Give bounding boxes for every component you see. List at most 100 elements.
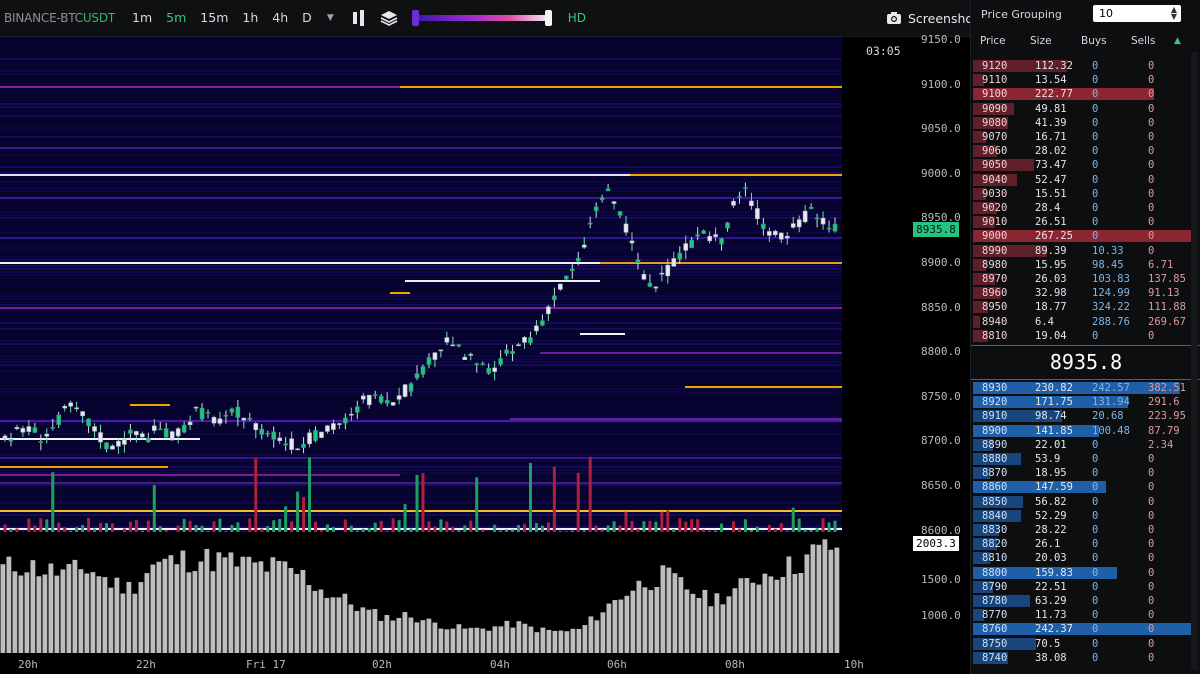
heatmap-band <box>0 157 842 159</box>
orderbook-row[interactable]: 8750 70.5 0 0 <box>973 637 1195 651</box>
trade-volume-bar <box>3 524 7 532</box>
orderbook-row[interactable]: 9040 52.47 0 0 <box>973 173 1195 187</box>
range-max-handle[interactable] <box>544 10 552 26</box>
trade-volume-bar <box>505 529 509 532</box>
orderbook-row[interactable]: 9050 73.47 0 0 <box>973 158 1195 172</box>
symbol-label[interactable]: BINANCE-BTCUSDT <box>4 11 115 25</box>
candle-body <box>26 426 32 432</box>
timeframe-5m[interactable]: 5m <box>159 0 193 36</box>
volume-bar <box>0 564 6 653</box>
orderbook-row[interactable]: 8820 26.1 0 0 <box>973 537 1195 551</box>
orderbook-row[interactable]: 8770 11.73 0 0 <box>973 608 1195 622</box>
candle-body <box>86 418 91 427</box>
bar-style-icon[interactable] <box>346 0 372 36</box>
trade-volume-bar <box>319 530 323 532</box>
trade-volume-bar <box>678 518 682 532</box>
grouping-stepper-icon[interactable]: ▲ ▼ <box>1171 6 1177 21</box>
orderbook-row[interactable]: 9080 41.39 0 0 <box>973 116 1195 130</box>
volume-bar <box>606 603 612 653</box>
sort-asc-icon[interactable]: ▲ <box>1174 36 1181 46</box>
orderbook-row[interactable]: 8950 18.77 324.22 111.88 <box>973 300 1195 314</box>
orderbook-row[interactable]: 8740 38.08 0 0 <box>973 651 1195 665</box>
orderbook-row[interactable]: 9070 16.71 0 0 <box>973 130 1195 144</box>
orderbook-row[interactable]: 8990 89.39 10.33 0 <box>973 244 1195 258</box>
range-min-handle[interactable] <box>411 10 419 26</box>
orderbook-row[interactable]: 9030 15.51 0 0 <box>973 187 1195 201</box>
candle-body <box>74 407 79 410</box>
heatmap-band <box>0 445 842 447</box>
orderbook-sells: 0 <box>1148 651 1155 664</box>
orderbook-row[interactable]: 8860 147.59 0 0 <box>973 480 1195 494</box>
orderbook-row[interactable]: 8790 22.51 0 0 <box>973 580 1195 594</box>
orderbook-row[interactable]: 9020 28.4 0 0 <box>973 201 1195 215</box>
volume-bar <box>102 577 108 653</box>
orderbook-row[interactable]: 8880 53.9 0 0 <box>973 452 1195 466</box>
trade-volume-bar <box>212 521 216 532</box>
heatmap-band <box>0 331 842 333</box>
orderbook-row[interactable]: 8960 32.98 124.99 91.13 <box>973 286 1195 300</box>
candle-body <box>587 222 593 225</box>
orderbook-row[interactable]: 8760 242.37 0 0 <box>973 622 1195 636</box>
timeframe-dropdown-icon[interactable]: ▼ <box>319 13 342 23</box>
orderbook-row[interactable]: 8970 26.03 103.83 137.85 <box>973 272 1195 286</box>
orderbook-size: 26.51 <box>1035 216 1067 229</box>
heatmap-band <box>0 490 842 492</box>
time-tick: Fri 17 <box>246 658 286 671</box>
orderbook-row[interactable]: 8830 28.22 0 0 <box>973 523 1195 537</box>
orderbook-row[interactable]: 8910 98.74 20.68 223.95 <box>973 409 1195 423</box>
orderbook-row[interactable]: 8900 141.85 100.48 87.79 <box>973 424 1195 438</box>
orderbook-row[interactable]: 8800 159.83 0 0 <box>973 566 1195 580</box>
orderbook-row[interactable]: 8920 171.75 131.94 291.6 <box>973 395 1195 409</box>
volume-bar <box>348 604 354 653</box>
trade-volume-bar <box>827 522 831 532</box>
timeframe-15m[interactable]: 15m <box>193 0 235 36</box>
trade-volume-bar <box>45 519 49 532</box>
orderbook-row[interactable]: 8930 230.82 242.57 382.51 <box>973 381 1195 395</box>
heatmap-band <box>0 412 842 414</box>
orderbook-row[interactable]: 9090 49.81 0 0 <box>973 102 1195 116</box>
trade-volume-bar <box>343 519 347 532</box>
timeframe-1h[interactable]: 1h <box>235 0 265 36</box>
orderbook-buys: 0 <box>1092 173 1099 186</box>
heatmap-band <box>0 415 842 417</box>
layers-icon[interactable] <box>376 0 402 36</box>
time-tick: 20h <box>18 658 38 671</box>
orderbook-row[interactable]: 8810 19.04 0 0 <box>973 329 1195 343</box>
header-size[interactable]: Size <box>1030 35 1052 47</box>
orderbook-row[interactable]: 8890 22.01 0 2.34 <box>973 438 1195 452</box>
orderbook-row[interactable]: 9010 26.51 0 0 <box>973 215 1195 229</box>
liquidity-line <box>0 528 842 530</box>
header-sells[interactable]: Sells <box>1131 35 1155 47</box>
candle-body <box>301 443 306 448</box>
orderbook-row[interactable]: 8810 20.03 0 0 <box>973 551 1195 565</box>
heatmap-range-slider[interactable] <box>411 0 552 36</box>
screenshot-button[interactable]: Screenshot <box>886 0 978 36</box>
timeframe-d[interactable]: D <box>295 0 319 36</box>
orderbook-row[interactable]: 9110 13.54 0 0 <box>973 73 1195 87</box>
orderbook-row[interactable]: 9100 222.77 0 0 <box>973 87 1195 101</box>
orderbook-row[interactable]: 8980 15.95 98.45 6.71 <box>973 258 1195 272</box>
orderbook-row[interactable]: 9060 28.02 0 0 <box>973 144 1195 158</box>
orderbook-size: 53.9 <box>1035 453 1061 465</box>
orderbook-row[interactable]: 9000 267.25 0 0 <box>973 229 1195 243</box>
price-grouping-input[interactable]: 10 ▲ ▼ <box>1093 5 1181 22</box>
orderbook-row[interactable]: 8840 52.29 0 0 <box>973 509 1195 523</box>
trade-volume-bar <box>648 520 652 532</box>
heatmap-band <box>0 268 842 270</box>
orderbook-row[interactable]: 8850 56.82 0 0 <box>973 495 1195 509</box>
orderbook-sells: 0 <box>1148 102 1155 115</box>
orderbook-row[interactable]: 8870 18.95 0 0 <box>973 466 1195 480</box>
hd-toggle[interactable]: HD <box>568 11 586 25</box>
orderbook-row[interactable]: 9120 112.32 0 0 <box>973 59 1195 73</box>
heatmap-chart[interactable] <box>0 37 842 532</box>
header-buys[interactable]: Buys <box>1081 35 1107 47</box>
orderbook-row[interactable]: 8940 6.4 288.76 269.67 <box>973 315 1195 329</box>
timeframe-1m[interactable]: 1m <box>125 0 159 36</box>
orderbook-scrollbar[interactable] <box>1191 52 1198 670</box>
heatmap-band <box>0 259 842 261</box>
volume-bar <box>726 596 732 653</box>
orderbook-row[interactable]: 8780 63.29 0 0 <box>973 594 1195 608</box>
timeframe-4h[interactable]: 4h <box>265 0 295 36</box>
header-price[interactable]: Price <box>980 35 1006 47</box>
trade-volume-bar <box>158 526 162 532</box>
